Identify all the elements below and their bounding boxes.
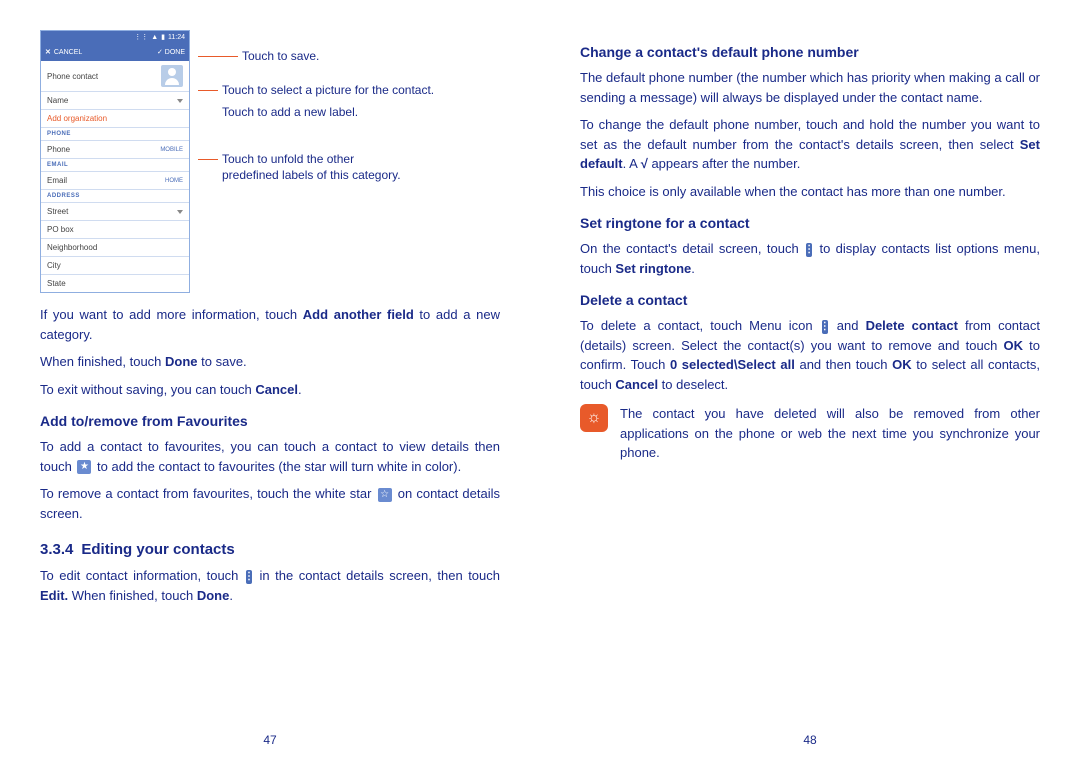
callout-unfold-text: Touch to unfold the other predefined lab…	[218, 151, 401, 183]
phone-field-row[interactable]: Phone MOBILE	[41, 141, 189, 159]
menu-icon	[246, 570, 252, 584]
chevron-down-icon[interactable]	[177, 99, 183, 103]
add-organization-link[interactable]: Add organization	[41, 110, 189, 128]
tip-text: The contact you have deleted will also b…	[620, 404, 1040, 463]
email-field-label: Email	[47, 176, 67, 185]
check-icon: √	[641, 156, 648, 171]
star-icon	[77, 460, 91, 474]
status-time: 11:24	[168, 34, 185, 41]
pobox-row[interactable]: PO box	[41, 221, 189, 239]
heading-default-number: Change a contact's default phone number	[580, 44, 1040, 60]
callout-picture: Touch to select a picture for the contac…	[198, 82, 434, 98]
p-add-field: If you want to add more information, tou…	[40, 305, 500, 344]
menu-icon	[806, 243, 812, 257]
menu-icon	[822, 320, 828, 334]
tip-icon: ☼	[580, 404, 608, 432]
page-number-right: 48	[803, 733, 816, 747]
phone-section-header: PHONE	[41, 128, 189, 141]
cancel-label[interactable]: CANCEL	[54, 49, 82, 56]
heading-ringtone: Set ringtone for a contact	[580, 215, 1040, 231]
email-field-row[interactable]: Email HOME	[41, 172, 189, 190]
phone-statusbar: ⋮⋮ ▲ ▮ 11:24	[41, 31, 189, 43]
heading-editing: 3.3.4Editing your contacts	[40, 541, 500, 558]
callouts-column: Touch to save. Touch to select a picture…	[198, 30, 434, 293]
p-delete: To delete a contact, touch Menu icon and…	[580, 316, 1040, 394]
address-section-header: ADDRESS	[41, 190, 189, 203]
home-label[interactable]: HOME	[165, 178, 183, 184]
p-done: When finished, touch Done to save.	[40, 352, 500, 372]
name-label: Name	[47, 96, 68, 105]
done-button[interactable]: ✓ DONE	[157, 48, 185, 56]
callout-save: Touch to save.	[198, 48, 434, 64]
neigh-label: Neighborhood	[47, 243, 97, 252]
phone-and-callouts: ⋮⋮ ▲ ▮ 11:24 ✕ CANCEL ✓ DONE Phone conta…	[40, 30, 500, 293]
neighborhood-row[interactable]: Neighborhood	[41, 239, 189, 257]
p-edit: To edit contact information, touch in th…	[40, 566, 500, 605]
p-ringtone: On the contact's detail screen, touch to…	[580, 239, 1040, 278]
city-row[interactable]: City	[41, 257, 189, 275]
state-label: State	[47, 279, 66, 288]
contact-picture-icon[interactable]	[161, 65, 183, 87]
p-default2: To change the default phone number, touc…	[580, 115, 1040, 174]
name-field-row[interactable]: Name	[41, 92, 189, 110]
callout-picture-text: Touch to select a picture for the contac…	[218, 82, 434, 98]
p-add-fav: To add a contact to favourites, you can …	[40, 437, 500, 476]
street-label: Street	[47, 207, 68, 216]
phone-topbar: ✕ CANCEL ✓ DONE	[41, 43, 189, 61]
callout-label: Touch to add a new label.	[198, 104, 434, 120]
heading-delete: Delete a contact	[580, 292, 1040, 308]
callout-label-text: Touch to add a new label.	[198, 104, 358, 120]
pobox-label: PO box	[47, 225, 74, 234]
p-remove-fav: To remove a contact from favourites, tou…	[40, 484, 500, 523]
phone-field-label: Phone	[47, 145, 70, 154]
city-label: City	[47, 261, 61, 270]
battery-icon: ▮	[161, 33, 165, 41]
phone-mockup: ⋮⋮ ▲ ▮ 11:24 ✕ CANCEL ✓ DONE Phone conta…	[40, 30, 190, 293]
street-row[interactable]: Street	[41, 203, 189, 221]
star-outline-icon	[378, 488, 392, 502]
heading-favourites: Add to/remove from Favourites	[40, 413, 500, 429]
page-number-left: 47	[263, 733, 276, 747]
p-cancel: To exit without saving, you can touch Ca…	[40, 380, 500, 400]
page-right: Change a contact's default phone number …	[540, 0, 1080, 767]
email-section-header: EMAIL	[41, 159, 189, 172]
chevron-down-icon[interactable]	[177, 210, 183, 214]
close-icon[interactable]: ✕	[45, 48, 51, 56]
mobile-label[interactable]: MOBILE	[160, 147, 183, 153]
p-default3: This choice is only available when the c…	[580, 182, 1040, 202]
wifi-icon: ⋮⋮	[134, 33, 148, 41]
phone-contact-label: Phone contact	[47, 72, 98, 81]
p-default1: The default phone number (the number whi…	[580, 68, 1040, 107]
callout-save-text: Touch to save.	[238, 48, 319, 64]
state-row[interactable]: State	[41, 275, 189, 292]
phone-contact-row: Phone contact	[41, 61, 189, 92]
callout-unfold: Touch to unfold the other predefined lab…	[198, 151, 434, 183]
signal-icon: ▲	[151, 34, 158, 41]
tip-row: ☼ The contact you have deleted will also…	[580, 404, 1040, 463]
page-left: ⋮⋮ ▲ ▮ 11:24 ✕ CANCEL ✓ DONE Phone conta…	[0, 0, 540, 767]
